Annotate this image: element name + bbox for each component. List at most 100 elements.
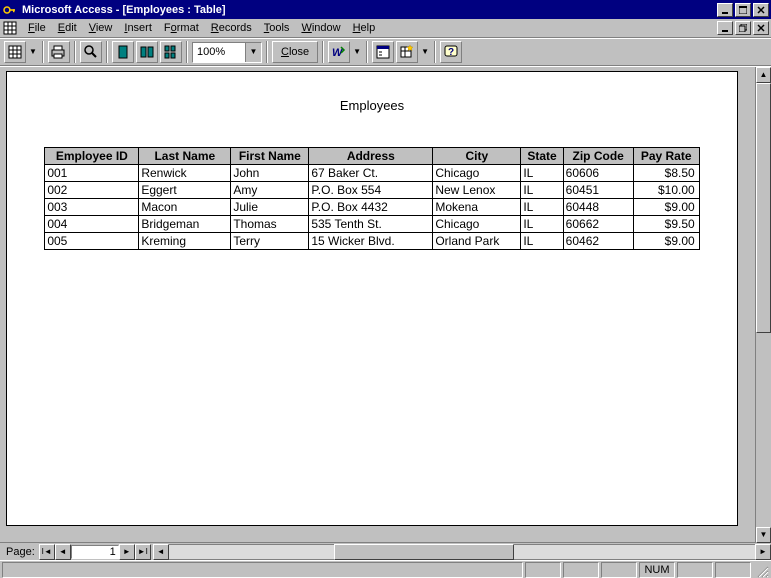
scroll-thumb[interactable] [756,83,771,333]
scroll-down-button[interactable]: ▼ [756,527,771,543]
table-cell: $8.50 [633,165,699,182]
table-cell: Amy [231,182,309,199]
table-cell: 60662 [563,216,633,233]
scroll-up-button[interactable]: ▲ [756,67,771,83]
chevron-down-icon: ▼ [421,48,429,56]
menu-edit[interactable]: Edit [52,20,83,36]
app-key-icon [2,2,18,18]
table-cell: Julie [231,199,309,216]
menu-tools[interactable]: Tools [258,20,296,36]
employees-table: Employee IDLast NameFirst NameAddressCit… [44,147,699,250]
status-cell-6 [715,562,751,578]
scroll-right-button[interactable]: ► [755,544,771,560]
two-pages-button[interactable] [136,41,158,63]
page-label: Page: [0,546,39,558]
chevron-down-icon: ▼ [760,531,768,539]
next-page-button[interactable]: ► [119,544,135,560]
multiple-pages-button[interactable] [160,41,182,63]
menu-help[interactable]: Help [347,20,382,36]
menu-view[interactable]: View [83,20,119,36]
horizontal-scrollbar[interactable]: ◄ ► [153,544,771,560]
table-cell: $9.00 [633,199,699,216]
status-message [2,562,523,578]
table-cell: 60462 [563,233,633,250]
status-bar: NUM [0,560,771,578]
chevron-down-icon: ▼ [250,48,258,56]
table-cell: Chicago [433,216,521,233]
table-cell: $9.50 [633,216,699,233]
officelinks-button[interactable]: W [328,41,350,63]
table-cell: Bridgeman [139,216,231,233]
table-cell: Orland Park [433,233,521,250]
table-cell: Thomas [231,216,309,233]
table-cell: Terry [231,233,309,250]
close-button[interactable] [753,3,769,17]
view-dropdown-icon[interactable]: ▼ [28,41,38,63]
paging-bar: Page: I◄ ◄ ► ►I ◄ ► [0,542,771,560]
scroll-left-button[interactable]: ◄ [153,544,169,560]
chevron-up-icon: ▲ [760,71,768,79]
maximize-button[interactable] [735,3,751,17]
zoom-combo[interactable]: ▼ [192,42,262,63]
table-cell: Macon [139,199,231,216]
preview-area: Employees Employee IDLast NameFirst Name… [0,66,771,542]
help-button[interactable]: ? [440,41,462,63]
table-cell: 60606 [563,165,633,182]
zoom-tool-button[interactable] [80,41,102,63]
new-object-dropdown-icon[interactable]: ▼ [420,41,430,63]
database-window-button[interactable] [372,41,394,63]
page-number-input[interactable] [71,545,119,559]
table-cell: 60448 [563,199,633,216]
menu-window[interactable]: Window [295,20,346,36]
menu-insert[interactable]: Insert [118,20,158,36]
table-cell: $9.00 [633,233,699,250]
title-bar: Microsoft Access - [Employees : Table] [0,0,771,19]
menu-format[interactable]: Format [158,20,205,36]
mdi-minimize-button[interactable] [717,21,733,35]
new-object-button[interactable] [396,41,418,63]
table-cell: 001 [45,165,139,182]
mdi-close-button[interactable] [753,21,769,35]
last-page-button[interactable]: ►I [135,544,151,560]
menu-bar: File Edit View Insert Format Records Too… [0,19,771,38]
table-cell: 003 [45,199,139,216]
report-page: Employees Employee IDLast NameFirst Name… [6,71,738,526]
chevron-right-icon: ► [759,548,767,556]
menu-records[interactable]: Records [205,20,258,36]
menu-file[interactable]: File [22,20,52,36]
chevron-down-icon: ▼ [29,48,37,56]
first-page-button[interactable]: I◄ [39,544,55,560]
zoom-input[interactable] [193,44,245,61]
officelinks-dropdown-icon[interactable]: ▼ [352,41,362,63]
table-row: 003MaconJulieP.O. Box 4432MokenaIL60448$… [45,199,699,216]
vertical-scrollbar[interactable]: ▲ ▼ [755,67,771,543]
svg-text:?: ? [448,47,454,58]
table-cell: 535 Tenth St. [309,216,433,233]
table-cell: 15 Wicker Blvd. [309,233,433,250]
table-cell: $10.00 [633,182,699,199]
column-header: City [433,148,521,165]
table-cell: P.O. Box 4432 [309,199,433,216]
minimize-button[interactable] [717,3,733,17]
view-button[interactable] [4,41,26,63]
close-preview-button[interactable]: Close [272,41,318,63]
table-cell: Eggert [139,182,231,199]
table-row: 005KremingTerry15 Wicker Blvd.Orland Par… [45,233,699,250]
toolbar: ▼ ▼ Close W ▼ ▼ ? [0,38,771,66]
hscroll-thumb[interactable] [334,544,514,560]
table-cell: 002 [45,182,139,199]
column-header: Zip Code [563,148,633,165]
table-cell: Kreming [139,233,231,250]
table-cell: Chicago [433,165,521,182]
print-button[interactable] [48,41,70,63]
table-cell: John [231,165,309,182]
table-cell: P.O. Box 554 [309,182,433,199]
zoom-dropdown-icon[interactable]: ▼ [245,43,261,62]
resize-grip-icon[interactable] [753,562,769,578]
mdi-restore-button[interactable] [735,21,751,35]
column-header: Pay Rate [633,148,699,165]
one-page-button[interactable] [112,41,134,63]
table-cell: 004 [45,216,139,233]
table-row: 004BridgemanThomas535 Tenth St.ChicagoIL… [45,216,699,233]
prev-page-button[interactable]: ◄ [55,544,71,560]
